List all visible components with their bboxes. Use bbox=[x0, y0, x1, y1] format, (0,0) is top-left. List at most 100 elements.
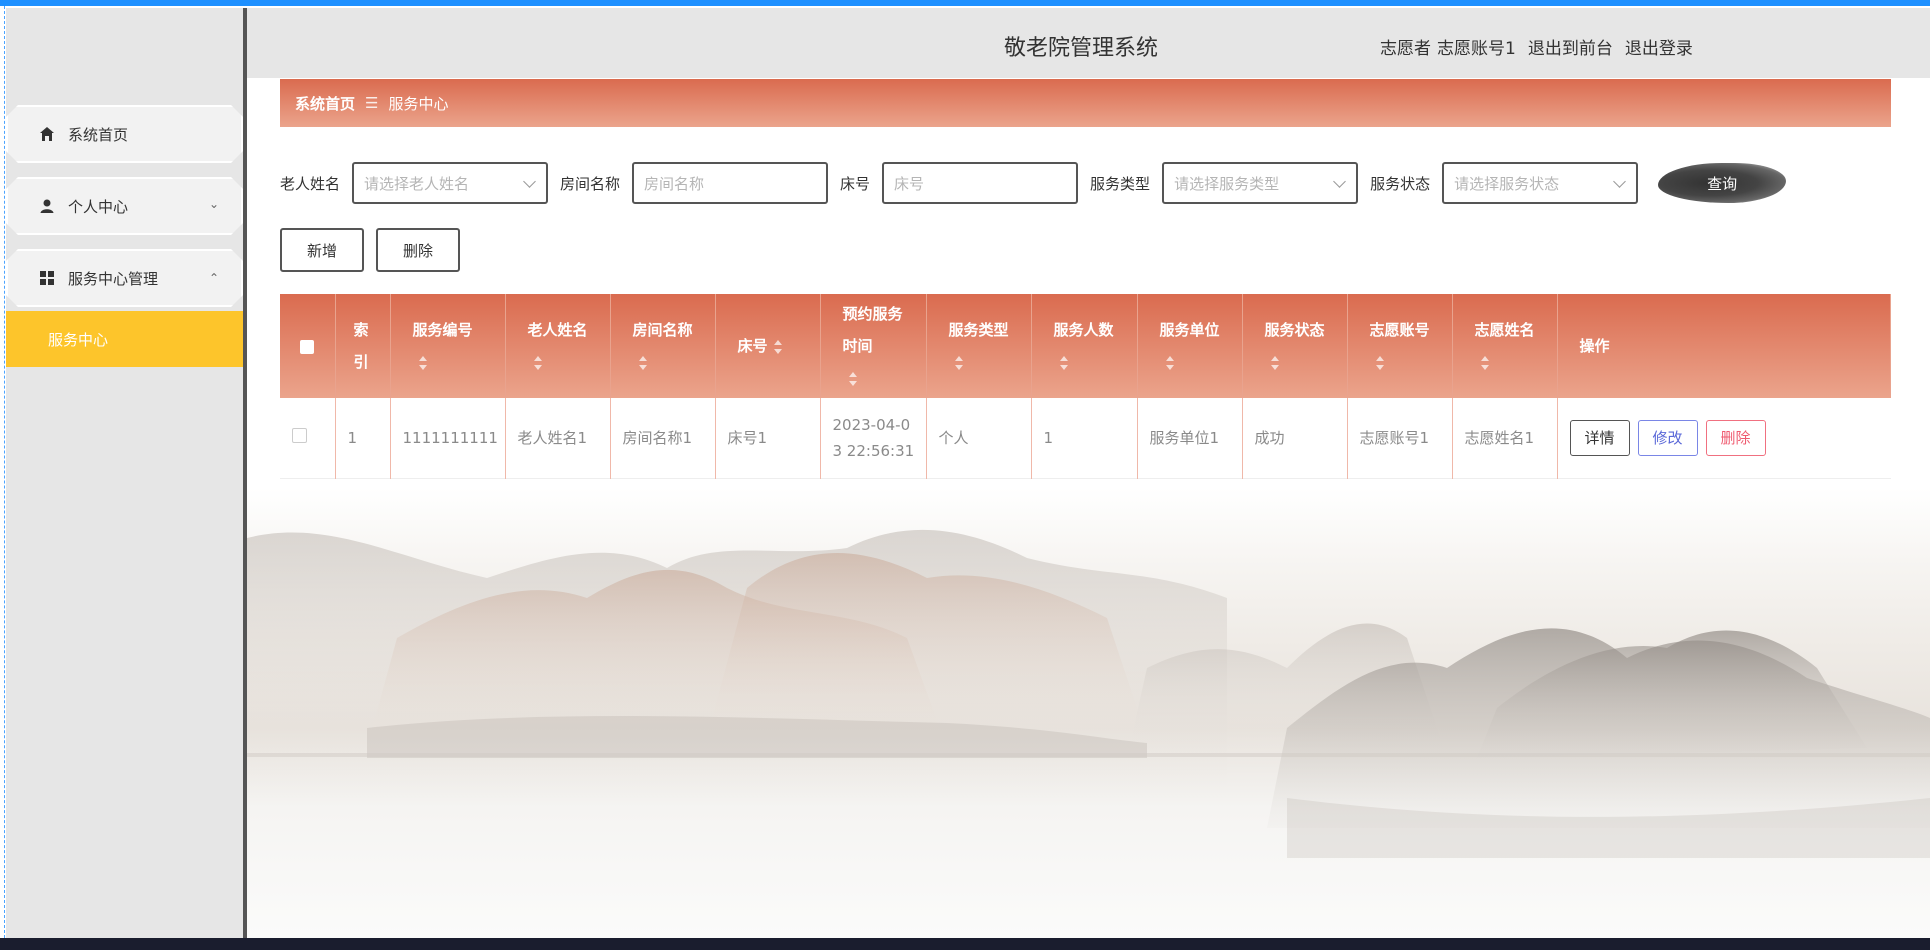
chevron-down-icon: ⌄ bbox=[208, 197, 219, 211]
cell-appoint-time: 2023-04-03 22:56:31 bbox=[820, 398, 927, 478]
service-status-label: 服务状态 bbox=[1370, 174, 1431, 193]
cell-service-unit: 服务单位1 bbox=[1137, 398, 1243, 478]
select-all-checkbox[interactable] bbox=[300, 339, 314, 354]
sidebar-item-service-mgmt[interactable]: 服务中心管理 ⌃ bbox=[6, 249, 243, 307]
cell-volunteer-account: 志愿账号1 bbox=[1347, 398, 1453, 478]
col-service-unit[interactable]: 服务单位 bbox=[1137, 294, 1243, 398]
col-room-name[interactable]: 房间名称 bbox=[610, 294, 716, 398]
username: 志愿账号1 bbox=[1437, 39, 1516, 59]
chevron-down-icon bbox=[1613, 175, 1626, 188]
bed-no-placeholder: 床号 bbox=[894, 174, 925, 193]
sidebar-item-profile[interactable]: 个人中心 ⌄ bbox=[6, 177, 243, 235]
col-service-type[interactable]: 服务类型 bbox=[926, 294, 1032, 398]
col-service-status[interactable]: 服务状态 bbox=[1242, 294, 1348, 398]
sort-icon[interactable] bbox=[848, 371, 857, 386]
user-role: 志愿者 bbox=[1380, 39, 1431, 59]
back-to-front-link[interactable]: 退出到前台 bbox=[1528, 34, 1613, 59]
elder-name-label: 老人姓名 bbox=[280, 174, 341, 193]
grid-icon bbox=[36, 270, 58, 286]
app-window: 系统首页 个人中心 ⌄ 服务中心管理 ⌃ 服务中心 敬老院管理系统 志愿者 志愿… bbox=[0, 0, 1930, 938]
row-select-cell bbox=[280, 398, 336, 478]
room-name-placeholder: 房间名称 bbox=[644, 174, 705, 193]
sidebar-item-label: 个人中心 bbox=[68, 197, 129, 216]
window-top-border bbox=[0, 0, 1930, 6]
search-button[interactable]: 查询 bbox=[1658, 163, 1787, 203]
breadcrumb: 系统首页 ☰ 服务中心 bbox=[280, 79, 1891, 127]
chevron-down-icon bbox=[1333, 175, 1346, 188]
sort-icon[interactable] bbox=[533, 355, 542, 370]
col-bed-no[interactable]: 床号 bbox=[715, 294, 821, 398]
top-header: 敬老院管理系统 志愿者 志愿账号1 退出到前台 退出登录 bbox=[247, 8, 1930, 78]
sidebar-item-label: 系统首页 bbox=[68, 125, 129, 144]
cell-room-name: 房间名称1 bbox=[610, 398, 716, 478]
ink-mountain-background bbox=[247, 529, 1930, 858]
table-row: 1 1111111111 老人姓名1 房间名称1 床号1 2023-04-03 … bbox=[280, 398, 1891, 478]
cell-service-count: 1 bbox=[1031, 398, 1138, 478]
cell-elder-name: 老人姓名1 bbox=[505, 398, 611, 478]
col-service-count[interactable]: 服务人数 bbox=[1031, 294, 1138, 398]
row-actions: 详情 修改 删除 bbox=[1569, 419, 1881, 456]
room-name-label: 房间名称 bbox=[560, 174, 621, 193]
sort-icon[interactable] bbox=[773, 339, 782, 354]
cell-volunteer-name: 志愿姓名1 bbox=[1452, 398, 1558, 478]
service-status-select[interactable]: 请选择服务状态 bbox=[1442, 162, 1639, 204]
app-title: 敬老院管理系统 bbox=[1004, 36, 1159, 61]
table-header-row: 索引 服务编号 老人姓名 房间名称 床号 预约服务时间 服务类型 服务人数 服务… bbox=[280, 294, 1891, 398]
sort-icon[interactable] bbox=[954, 355, 963, 370]
sort-icon[interactable] bbox=[1165, 355, 1174, 370]
cell-index: 1 bbox=[335, 398, 391, 478]
user-icon bbox=[36, 198, 58, 214]
home-icon bbox=[36, 126, 58, 142]
bulk-delete-button[interactable]: 删除 bbox=[376, 228, 460, 272]
breadcrumb-current: 服务中心 bbox=[388, 94, 449, 113]
logout-link[interactable]: 退出登录 bbox=[1625, 34, 1693, 59]
col-appoint-time[interactable]: 预约服务时间 bbox=[820, 294, 927, 398]
service-type-select[interactable]: 请选择服务类型 bbox=[1162, 162, 1359, 204]
action-bar: 新增 删除 bbox=[280, 228, 460, 272]
sidebar-subitem-service-center[interactable]: 服务中心 bbox=[6, 311, 243, 367]
col-elder-name[interactable]: 老人姓名 bbox=[505, 294, 611, 398]
cell-ops: 详情 修改 删除 bbox=[1557, 398, 1891, 478]
chevron-up-icon: ⌃ bbox=[208, 271, 219, 285]
sort-icon[interactable] bbox=[1270, 355, 1279, 370]
cell-service-type: 个人 bbox=[926, 398, 1032, 478]
elder-name-select[interactable]: 请选择老人姓名 bbox=[352, 162, 549, 204]
cell-service-status: 成功 bbox=[1242, 398, 1348, 478]
sidebar: 系统首页 个人中心 ⌄ 服务中心管理 ⌃ 服务中心 bbox=[6, 8, 243, 938]
service-status-placeholder: 请选择服务状态 bbox=[1454, 174, 1560, 193]
col-ops: 操作 bbox=[1557, 294, 1891, 398]
chevron-down-icon bbox=[523, 175, 536, 188]
col-volunteer-name[interactable]: 志愿姓名 bbox=[1452, 294, 1558, 398]
select-all-cell bbox=[280, 294, 336, 398]
sidebar-item-home[interactable]: 系统首页 bbox=[6, 105, 243, 163]
cell-service-no: 1111111111 bbox=[390, 398, 506, 478]
sort-icon[interactable] bbox=[1480, 355, 1489, 370]
window-left-guide bbox=[4, 6, 5, 938]
sort-icon[interactable] bbox=[418, 355, 427, 370]
sidebar-item-label: 服务中心管理 bbox=[68, 269, 159, 288]
col-service-no[interactable]: 服务编号 bbox=[390, 294, 506, 398]
bed-no-input[interactable]: 床号 bbox=[882, 162, 1079, 204]
sort-icon[interactable] bbox=[1375, 355, 1384, 370]
room-name-input[interactable]: 房间名称 bbox=[632, 162, 829, 204]
cell-bed-no: 床号1 bbox=[715, 398, 821, 478]
edit-button[interactable]: 修改 bbox=[1637, 419, 1698, 456]
sort-icon[interactable] bbox=[1059, 355, 1068, 370]
breadcrumb-separator: ☰ bbox=[365, 94, 379, 112]
filter-bar: 老人姓名 请选择老人姓名 房间名称 房间名称 床号 床号 服务类型 请选择服务类… bbox=[280, 160, 1787, 206]
add-button[interactable]: 新增 bbox=[280, 228, 364, 272]
row-checkbox[interactable] bbox=[292, 427, 307, 443]
elder-name-placeholder: 请选择老人姓名 bbox=[364, 174, 470, 193]
sort-icon[interactable] bbox=[638, 355, 647, 370]
service-table: 索引 服务编号 老人姓名 房间名称 床号 预约服务时间 服务类型 服务人数 服务… bbox=[280, 294, 1891, 479]
col-volunteer-account[interactable]: 志愿账号 bbox=[1347, 294, 1453, 398]
service-type-label: 服务类型 bbox=[1090, 174, 1151, 193]
header-user-area: 志愿者 志愿账号1 退出到前台 退出登录 bbox=[1380, 34, 1693, 59]
col-index: 索引 bbox=[335, 294, 391, 398]
breadcrumb-home[interactable]: 系统首页 bbox=[295, 93, 355, 114]
bed-no-label: 床号 bbox=[840, 174, 871, 193]
detail-button[interactable]: 详情 bbox=[1569, 419, 1630, 456]
service-type-placeholder: 请选择服务类型 bbox=[1174, 174, 1280, 193]
delete-button[interactable]: 删除 bbox=[1705, 419, 1766, 456]
main-content: 敬老院管理系统 志愿者 志愿账号1 退出到前台 退出登录 系统首页 ☰ 服务中心… bbox=[247, 8, 1930, 938]
